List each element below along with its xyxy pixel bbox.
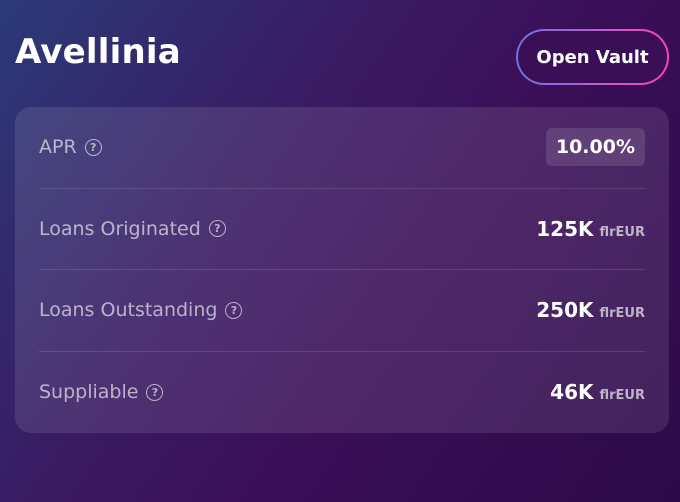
apr-label-group: APR ? <box>39 136 102 158</box>
suppliable-value: 46K <box>550 380 594 405</box>
suppliable-label-group: Suppliable ? <box>39 381 164 404</box>
loans-originated-value: 125K <box>536 216 594 241</box>
suppliable-label: Suppliable <box>39 381 139 404</box>
vault-title: Avellinia <box>15 32 181 72</box>
loans-originated-value-group: 125K flrEUR <box>536 217 645 241</box>
vault-stats-panel: APR ? 10.00% Loans Originated ? 125K flr… <box>15 107 669 433</box>
vault-card: Avellinia Open Vault APR ? 10.00% Loans … <box>0 0 680 502</box>
open-vault-button[interactable]: Open Vault <box>516 29 669 85</box>
loans-outstanding-unit: flrEUR <box>599 306 646 322</box>
stat-row-apr: APR ? 10.00% <box>39 107 645 189</box>
loans-originated-unit: flrEUR <box>599 224 646 240</box>
loans-originated-label: Loans Originated <box>39 217 201 240</box>
loans-outstanding-label: Loans Outstanding <box>39 299 218 322</box>
question-circle-icon[interactable]: ? <box>208 220 226 238</box>
loans-originated-label-group: Loans Originated ? <box>39 218 226 240</box>
apr-label: APR <box>39 136 77 159</box>
question-circle-icon[interactable]: ? <box>146 383 164 401</box>
apr-value: 10.00% <box>545 128 645 167</box>
open-vault-button-label: Open Vault <box>518 31 667 83</box>
stat-row-suppliable: Suppliable ? 46K flrEUR <box>39 352 645 434</box>
suppliable-unit: flrEUR <box>599 388 646 404</box>
question-circle-icon[interactable]: ? <box>84 138 102 156</box>
question-circle-icon[interactable]: ? <box>225 301 243 319</box>
stat-row-loans-outstanding: Loans Outstanding ? 250K flrEUR <box>39 270 645 352</box>
loans-outstanding-label-group: Loans Outstanding ? <box>39 299 243 322</box>
suppliable-value-group: 46K flrEUR <box>550 380 645 404</box>
loans-outstanding-value: 250K <box>536 298 594 323</box>
stat-row-loans-originated: Loans Originated ? 125K flrEUR <box>39 189 645 270</box>
loans-outstanding-value-group: 250K flrEUR <box>536 298 645 322</box>
